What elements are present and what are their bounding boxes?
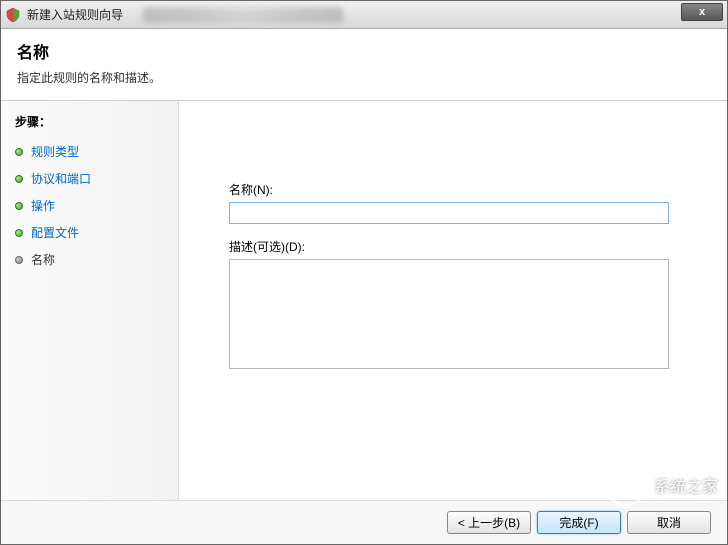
main-panel: 名称(N): 描述(可选)(D): — [179, 101, 727, 500]
finish-button[interactable]: 完成(F) — [537, 511, 621, 534]
bullet-icon — [15, 202, 23, 210]
wizard-body: 步骤： 规则类型 协议和端口 操作 配置文件 名称 — [1, 101, 727, 500]
steps-sidebar: 步骤： 规则类型 协议和端口 操作 配置文件 名称 — [1, 101, 179, 500]
back-button[interactable]: < 上一步(B) — [447, 511, 531, 534]
sidebar-item-label: 名称 — [31, 251, 55, 268]
sidebar-item-name[interactable]: 名称 — [1, 246, 178, 273]
sidebar-item-label: 协议和端口 — [31, 170, 91, 187]
bullet-icon — [15, 175, 23, 183]
cancel-button[interactable]: 取消 — [627, 511, 711, 534]
desc-field-group: 描述(可选)(D): — [229, 238, 697, 372]
desc-label: 描述(可选)(D): — [229, 238, 697, 255]
sidebar-item-rule-type[interactable]: 规则类型 — [1, 138, 178, 165]
bullet-icon — [15, 148, 23, 156]
bullet-icon — [15, 256, 23, 264]
app-icon — [5, 7, 21, 23]
sidebar-item-label: 配置文件 — [31, 224, 79, 241]
bullet-icon — [15, 229, 23, 237]
window-title: 新建入站规则向导 — [27, 6, 123, 23]
sidebar-item-label: 操作 — [31, 197, 55, 214]
titlebar: 新建入站规则向导 x — [1, 1, 727, 29]
steps-heading: 步骤： — [1, 109, 178, 138]
titlebar-blur — [143, 7, 343, 23]
wizard-footer: < 上一步(B) 完成(F) 取消 — [1, 500, 727, 544]
close-icon: x — [699, 6, 705, 18]
name-label: 名称(N): — [229, 181, 697, 198]
sidebar-item-profile[interactable]: 配置文件 — [1, 219, 178, 246]
page-title: 名称 — [17, 39, 711, 63]
sidebar-item-protocol-ports[interactable]: 协议和端口 — [1, 165, 178, 192]
name-input[interactable] — [229, 202, 669, 224]
wizard-window: 新建入站规则向导 x 名称 指定此规则的名称和描述。 步骤： 规则类型 协议和端… — [0, 0, 728, 545]
desc-textarea[interactable] — [229, 259, 669, 369]
name-field-group: 名称(N): — [229, 181, 697, 224]
page-subtitle: 指定此规则的名称和描述。 — [17, 69, 711, 86]
close-button[interactable]: x — [681, 3, 723, 21]
sidebar-item-label: 规则类型 — [31, 143, 79, 160]
wizard-header: 名称 指定此规则的名称和描述。 — [1, 29, 727, 101]
sidebar-item-action[interactable]: 操作 — [1, 192, 178, 219]
